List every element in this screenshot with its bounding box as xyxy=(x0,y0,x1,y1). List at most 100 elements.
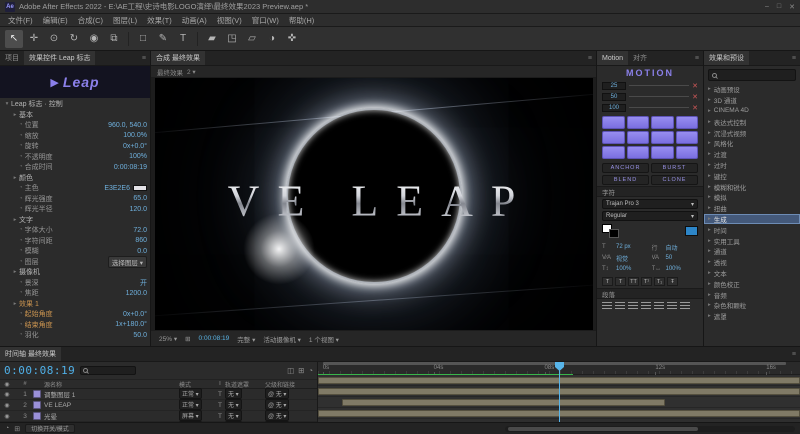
property-group-row[interactable]: ▸颜色 xyxy=(0,173,150,184)
property-row[interactable]: ◔景深开 xyxy=(0,278,150,289)
twirl-icon[interactable]: ▸ xyxy=(708,216,711,222)
name-column-header[interactable]: 源名称 xyxy=(44,380,179,389)
menu-item-8[interactable]: 帮助(H) xyxy=(284,14,319,27)
property-value[interactable]: 开 xyxy=(136,278,147,288)
viewer-control-3[interactable]: 完整 ▾ xyxy=(237,334,255,344)
menu-item-7[interactable]: 窗口(W) xyxy=(247,14,284,27)
menu-item-3[interactable]: 图层(L) xyxy=(108,14,142,27)
character-field[interactable]: T↕100% xyxy=(602,264,649,274)
menu-item-1[interactable]: 编辑(E) xyxy=(38,14,73,27)
motion-value-field[interactable]: 25 xyxy=(602,82,626,90)
pen-tool[interactable]: ✎ xyxy=(154,30,172,48)
character-field[interactable]: V∕A视觉 xyxy=(602,253,649,263)
layer-label-chip[interactable] xyxy=(33,390,41,398)
motion-value-field[interactable]: 50 xyxy=(602,93,626,101)
reset-icon[interactable]: ✕ xyxy=(692,82,698,90)
property-value[interactable]: 1200.0 xyxy=(122,290,147,297)
effects-category[interactable]: ▸表达式控制 xyxy=(704,116,800,127)
effects-category[interactable]: ▸CINEMA 4D xyxy=(704,106,800,117)
property-row[interactable]: ◔羽化50.0 xyxy=(0,330,150,341)
motion-button-burst[interactable]: BURST xyxy=(651,163,698,173)
twirl-icon[interactable]: ▾ xyxy=(3,101,11,107)
motion-value-field[interactable]: 100 xyxy=(602,104,626,112)
character-field[interactable]: T72 px xyxy=(602,242,649,252)
motion-preset-tile[interactable] xyxy=(676,116,699,129)
format-button-2[interactable]: TT xyxy=(628,277,639,286)
character-field-value[interactable]: 100% xyxy=(616,266,631,272)
format-button-3[interactable]: T¹ xyxy=(641,277,652,286)
motion-slider[interactable] xyxy=(629,96,689,97)
property-group-row[interactable]: ▸摄像机 xyxy=(0,267,150,278)
zoom-tool[interactable]: ⊙ xyxy=(45,30,63,48)
stopwatch-icon[interactable]: ◔ xyxy=(19,259,23,265)
stopwatch-icon[interactable]: ◔ xyxy=(19,332,23,338)
layer-name[interactable]: 调整图层 1 xyxy=(44,389,179,399)
stopwatch-icon[interactable]: ◔ xyxy=(19,122,23,128)
format-button-5[interactable]: Ŧ xyxy=(667,277,678,286)
property-dropdown[interactable]: 选择图层 ▾ xyxy=(108,256,147,268)
property-group-row[interactable]: ▸文字 xyxy=(0,215,150,226)
reset-icon[interactable]: ✕ xyxy=(692,93,698,101)
font-family-select[interactable]: Trajan Pro 3 ▾ xyxy=(602,199,698,209)
menu-item-4[interactable]: 效果(T) xyxy=(142,14,177,27)
camera-tool[interactable]: ◉ xyxy=(85,30,103,48)
effects-category[interactable]: ▸3D 通道 xyxy=(704,95,800,106)
align-button-4[interactable] xyxy=(654,302,664,310)
property-value[interactable]: 72.0 xyxy=(129,227,147,234)
motion-preset-tile[interactable] xyxy=(602,116,625,129)
twirl-icon[interactable]: ▸ xyxy=(708,259,711,265)
property-value[interactable]: 0.0 xyxy=(133,248,147,255)
twirl-icon[interactable]: ▸ xyxy=(11,175,19,181)
property-value[interactable]: 0x+0.0° xyxy=(119,311,147,318)
twirl-icon[interactable]: ▸ xyxy=(708,130,711,136)
trkmat-select[interactable]: 无 ▾ xyxy=(225,410,242,421)
character-field-value[interactable]: 100% xyxy=(666,266,681,272)
property-row[interactable]: ◔主色E3E2E6 xyxy=(0,183,150,194)
format-button-1[interactable]: T xyxy=(615,277,626,286)
character-field[interactable]: T↔100% xyxy=(652,264,699,274)
mode-select[interactable]: 正常 ▾ xyxy=(179,399,202,410)
current-timecode[interactable]: 0:00:08:19 xyxy=(4,364,75,377)
property-row[interactable]: ◔位置960.0, 540.0 xyxy=(0,120,150,131)
property-row[interactable]: ◔不透明度100% xyxy=(0,152,150,163)
property-value[interactable]: 100% xyxy=(125,153,147,160)
align-button-5[interactable] xyxy=(667,302,677,310)
property-value[interactable]: 960.0, 540.0 xyxy=(104,122,147,129)
stopwatch-icon[interactable]: ◔ xyxy=(19,280,23,286)
tab-timeline[interactable]: 时间轴 最终效果 xyxy=(0,347,61,361)
roto-brush-tool[interactable]: ◑ xyxy=(263,30,281,48)
motion-preset-tile[interactable] xyxy=(627,131,650,144)
puppet-pin-tool[interactable]: ✜ xyxy=(283,30,301,48)
menu-item-5[interactable]: 动画(A) xyxy=(177,14,212,27)
stopwatch-icon[interactable]: ◔ xyxy=(19,311,23,317)
graph-editor-icon[interactable]: ⊞ xyxy=(14,425,20,433)
tab-effect-controls[interactable]: 效果控件 Leap 标志 xyxy=(24,51,95,65)
twirl-icon[interactable]: ▸ xyxy=(708,173,711,179)
mode-select[interactable]: 屏幕 ▾ xyxy=(179,410,202,421)
effects-category[interactable]: ▸生成 xyxy=(704,214,800,225)
eye-icon[interactable]: ◉ xyxy=(2,402,12,409)
parent-select[interactable]: @ 无 ▾ xyxy=(265,388,289,399)
twirl-icon[interactable]: ▸ xyxy=(708,227,711,233)
playhead[interactable] xyxy=(559,362,560,422)
property-row[interactable]: ◔起始角度0x+0.0° xyxy=(0,309,150,320)
twirl-icon[interactable]: ▸ xyxy=(708,313,711,319)
expand-icon[interactable]: ◔ xyxy=(5,425,9,432)
property-value[interactable]: 65.0 xyxy=(129,195,147,202)
property-row[interactable]: ◔字体大小72.0 xyxy=(0,225,150,236)
label-chip-cell[interactable] xyxy=(30,390,44,398)
motion-preset-tile[interactable] xyxy=(602,131,625,144)
align-button-3[interactable] xyxy=(641,302,651,310)
twirl-icon[interactable]: ▸ xyxy=(11,112,19,118)
motion-preset-tile[interactable] xyxy=(627,116,650,129)
toggle-switches-button[interactable]: 切换开关/模式 xyxy=(25,424,75,433)
viewer-control-2[interactable]: 0:00:08:19 xyxy=(199,335,230,342)
property-row[interactable]: ◔合成时间0:00:08:19 xyxy=(0,162,150,173)
twirl-icon[interactable]: ▸ xyxy=(708,194,711,200)
twirl-icon[interactable]: ▸ xyxy=(708,281,711,287)
motion-blur-icon[interactable]: ◔ xyxy=(308,366,313,375)
parent-select[interactable]: @ 无 ▾ xyxy=(265,399,289,410)
timeline-search-input[interactable] xyxy=(80,366,136,375)
property-value[interactable]: 1x+180.0° xyxy=(111,321,147,328)
menu-item-0[interactable]: 文件(F) xyxy=(3,14,38,27)
